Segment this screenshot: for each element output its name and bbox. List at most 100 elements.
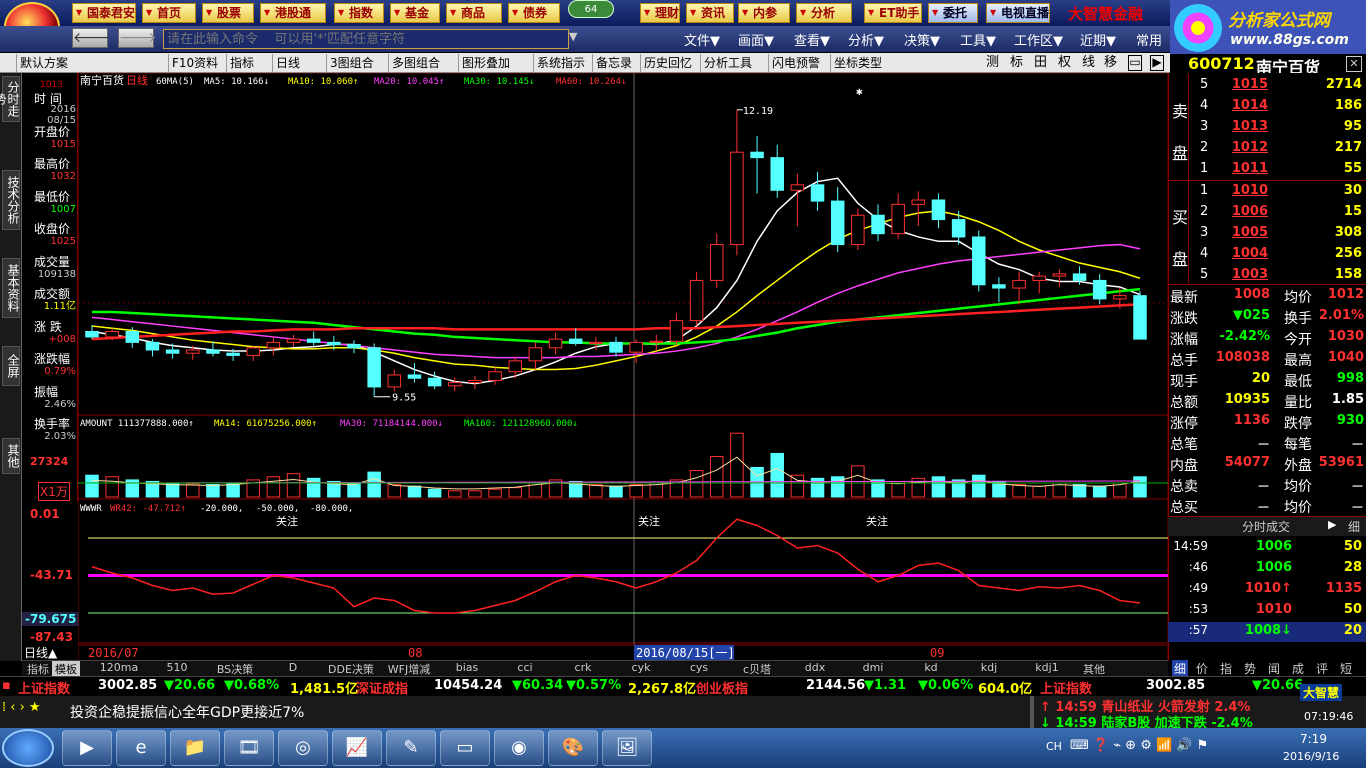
top-button-14[interactable]: 委托 xyxy=(928,3,978,23)
top-button-7[interactable]: 债券 xyxy=(508,3,560,23)
toolbar-item-7[interactable]: 系统指示 xyxy=(537,55,585,71)
indicator-tab-4[interactable]: BS决策 xyxy=(206,661,264,677)
ticker-c3[interactable]: ▼1.31 xyxy=(864,678,906,693)
taskbar-date[interactable]: 2016/9/16 xyxy=(1283,750,1339,763)
ticker-a1[interactable]: 1,481.5亿 xyxy=(290,678,358,697)
back-button[interactable]: 🡐 xyxy=(72,28,111,48)
toolbar-item-1[interactable]: F10资料 xyxy=(172,55,218,71)
taskbar-app-icon-5[interactable]: 📈 xyxy=(332,730,382,766)
play-icon[interactable]: ▶ xyxy=(1150,55,1164,71)
quote.buy-price[interactable]: 1003 xyxy=(1218,267,1268,282)
indicator-tab-15[interactable]: dmi xyxy=(844,661,902,674)
quote-tab-0[interactable]: 细 xyxy=(1172,660,1189,677)
indicator-tab-14[interactable]: ddx xyxy=(786,661,844,674)
taskbar-app-icon-1[interactable]: e xyxy=(116,730,166,766)
quote-tab-4[interactable]: 闻 xyxy=(1268,660,1280,677)
indicator-tab-12[interactable]: cys xyxy=(670,661,728,674)
close-icon[interactable]: ✕ xyxy=(1346,56,1362,72)
indicator-tab-18[interactable]: kdj1 xyxy=(1018,661,1076,674)
indicator-tab-10[interactable]: crk xyxy=(554,661,612,674)
ticker-p3[interactable]: ▼0.06% xyxy=(918,678,973,693)
quote-tab-7[interactable]: 短 xyxy=(1340,660,1352,677)
menu-4[interactable]: 决策▼ xyxy=(904,30,940,49)
ticker-p1[interactable]: ▼0.68% xyxy=(224,678,279,693)
ticker-i4[interactable]: 上证指数 xyxy=(1040,678,1092,697)
indicator-tab-0[interactable]: 指标 xyxy=(24,661,52,677)
forward-button[interactable]: 🡒 xyxy=(118,28,157,48)
toolbar-item-5[interactable]: 多图组合 xyxy=(392,55,440,71)
taskbar-app-icon-6[interactable]: ✎ xyxy=(386,730,436,766)
top-button-9[interactable]: 理财 xyxy=(640,3,680,23)
top-button-5[interactable]: 基金 xyxy=(390,3,440,23)
ticker-a3[interactable]: 604.0亿 xyxy=(978,678,1032,697)
ticker-v4[interactable]: 3002.85 xyxy=(1146,678,1205,693)
quote-tab-3[interactable]: 势 xyxy=(1244,660,1256,677)
toolbar-right-5[interactable]: 移 xyxy=(1104,55,1117,71)
indicator-tab-19[interactable]: 其他 xyxy=(1076,661,1112,677)
input-language[interactable]: CH xyxy=(1046,740,1062,753)
taskbar-app-icon-0[interactable]: ▶ xyxy=(62,730,112,766)
ticker-c4[interactable]: ▼20.66 xyxy=(1252,678,1303,693)
taskbar-app-icon-7[interactable]: ▭ xyxy=(440,730,490,766)
indicator-tab-17[interactable]: kdj xyxy=(960,661,1018,674)
ticker-v1[interactable]: 3002.85 xyxy=(98,678,157,693)
top-button-4[interactable]: 指数 xyxy=(334,3,384,23)
ticker-i3[interactable]: 创业板指 xyxy=(696,678,748,697)
taskbar-app-icon-3[interactable]: 🎞 xyxy=(224,730,274,766)
taskbar-app-icon-10[interactable]: 🖼 xyxy=(602,730,652,766)
taskbar-app-icon-4[interactable]: ◎ xyxy=(278,730,328,766)
toolbar-item-6[interactable]: 图形叠加 xyxy=(462,55,510,71)
top-button-3[interactable]: 港股通 xyxy=(260,3,326,23)
quote.sell-price[interactable]: 1012 xyxy=(1218,140,1268,155)
kline-chart[interactable]: 12.19 9.55 ✱ 南宁百货 日线 60MA(5) MA5: 10.166↓ MA10:… xyxy=(78,73,1168,661)
left-tab-2[interactable]: 基本资料 xyxy=(2,258,20,318)
indicator-tab-6[interactable]: DDE决策 xyxy=(322,661,380,677)
menu-1[interactable]: 画面▼ xyxy=(738,30,774,49)
toolbar-right-0[interactable]: 测 xyxy=(986,55,999,71)
quote.buy-price[interactable]: 1004 xyxy=(1218,246,1268,261)
ticker-i2[interactable]: 深证成指 xyxy=(356,678,408,697)
toolbar-item-12[interactable]: 坐标类型 xyxy=(834,55,882,71)
start-button-icon[interactable] xyxy=(2,729,54,767)
indicator-tab-8[interactable]: bias xyxy=(438,661,496,674)
indicator-tab-5[interactable]: D xyxy=(264,661,322,674)
news-headline[interactable]: 投资企稳提振信心全年GDP更接近7% xyxy=(70,702,304,722)
taskbar-app-icon-8[interactable]: ◉ xyxy=(494,730,544,766)
news-nav-icon[interactable]: ⁞ ‹ › ★ xyxy=(2,700,41,715)
quote-tab-5[interactable]: 成 xyxy=(1292,660,1304,677)
menu-6[interactable]: 工作区▼ xyxy=(1014,30,1063,49)
ticker-v3[interactable]: 2144.56 xyxy=(806,678,865,693)
menu-0[interactable]: 文件▼ xyxy=(684,30,720,49)
command-input[interactable] xyxy=(163,29,569,49)
toolbar-item-9[interactable]: 历史回忆 xyxy=(644,55,692,71)
indicator-tab-7[interactable]: WFJ增减 xyxy=(380,661,438,677)
toolbar-right-4[interactable]: 线 xyxy=(1082,55,1095,71)
quote-tab-6[interactable]: 评 xyxy=(1316,660,1328,677)
menu-3[interactable]: 分析▼ xyxy=(848,30,884,49)
menu-2[interactable]: 查看▼ xyxy=(794,30,830,49)
taskbar-time[interactable]: 7:19 xyxy=(1300,732,1327,746)
top-button-2[interactable]: 股票 xyxy=(202,3,254,23)
toolbar-item-0[interactable]: 默认方案 xyxy=(20,55,68,71)
taskbar-app-icon-9[interactable]: 🎨 xyxy=(548,730,598,766)
tray-icons[interactable]: ⌨ ❓ ⌁ ⊕ ⚙ 📶 🔊 ⚑ xyxy=(1070,738,1208,753)
toolbar-item-2[interactable]: 指标 xyxy=(230,55,254,71)
indicator-tab-13[interactable]: c贝塔 xyxy=(728,661,786,677)
toolbar-item-11[interactable]: 闪电预警 xyxy=(772,55,820,71)
left-tab-3[interactable]: 全屏 xyxy=(2,346,20,386)
menu-7[interactable]: 近期▼ xyxy=(1080,30,1116,49)
left-tab-4[interactable]: 其他 xyxy=(2,438,20,474)
top-button-1[interactable]: 首页 xyxy=(142,3,196,23)
notification-badge[interactable]: 64 xyxy=(568,0,614,18)
menu-8[interactable]: 常用 xyxy=(1136,30,1162,49)
quote.buy-price[interactable]: 1005 xyxy=(1218,225,1268,240)
top-button-0[interactable]: 国泰君安 xyxy=(72,3,136,23)
quote.buy-price[interactable]: 1006 xyxy=(1218,204,1268,219)
ticker-v2[interactable]: 10454.24 xyxy=(434,678,502,693)
indicator-tab-16[interactable]: kd xyxy=(902,661,960,674)
toolbar-right-3[interactable]: 权 xyxy=(1058,55,1071,71)
taskbar-app-icon-2[interactable]: 📁 xyxy=(170,730,220,766)
toolbar-item-10[interactable]: 分析工具 xyxy=(704,55,752,71)
top-button-13[interactable]: ET助手 xyxy=(864,3,922,23)
top-button-10[interactable]: 资讯 xyxy=(686,3,734,23)
